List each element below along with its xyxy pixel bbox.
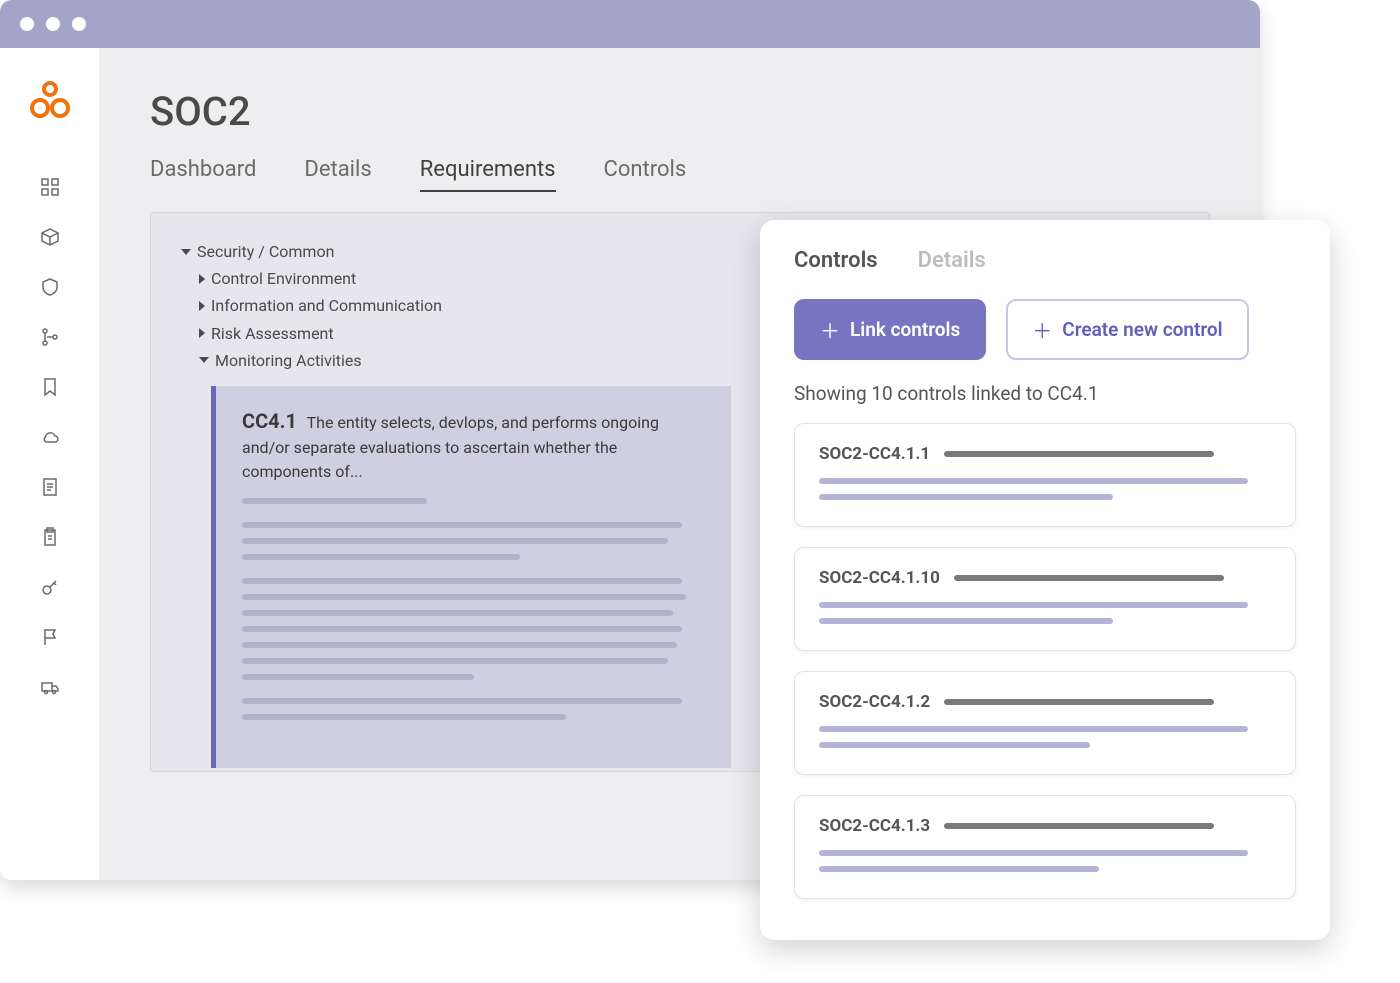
tree-label: Risk Assessment: [211, 320, 334, 347]
tab-requirements[interactable]: Requirements: [420, 157, 556, 192]
button-label: Link controls: [850, 318, 960, 341]
placeholder-line: [242, 658, 668, 664]
dashboard-icon[interactable]: [39, 176, 61, 198]
placeholder-line: [242, 554, 520, 560]
side-panel-tabs: Controls Details: [794, 248, 1296, 273]
placeholder-line: [819, 494, 1113, 500]
create-control-button[interactable]: ＋ Create new control: [1006, 299, 1248, 360]
link-controls-button[interactable]: ＋ Link controls: [794, 299, 986, 360]
document-icon[interactable]: [39, 476, 61, 498]
tree-label: Monitoring Activities: [215, 347, 362, 374]
window-dot: [46, 17, 60, 31]
placeholder-line: [242, 714, 566, 720]
control-card[interactable]: SOC2-CC4.1.2: [794, 671, 1296, 775]
caret-right-icon: [199, 301, 205, 311]
clipboard-icon[interactable]: [39, 526, 61, 548]
requirement-header: CC4.1 The entity selects, devlops, and p…: [242, 406, 705, 484]
control-card[interactable]: SOC2-CC4.1.10: [794, 547, 1296, 651]
placeholder-line: [819, 742, 1090, 748]
placeholder-line: [819, 850, 1248, 856]
sidebar: [0, 48, 100, 880]
plus-icon: ＋: [820, 315, 840, 344]
tab-dashboard[interactable]: Dashboard: [150, 157, 256, 192]
placeholder-line: [242, 642, 677, 648]
placeholder-line: [819, 866, 1099, 872]
sp-tab-controls[interactable]: Controls: [794, 248, 878, 273]
cloud-icon[interactable]: [39, 426, 61, 448]
placeholder-line: [944, 451, 1214, 457]
tab-controls[interactable]: Controls: [604, 157, 687, 192]
control-id: SOC2-CC4.1.3: [819, 816, 930, 836]
placeholder-line: [944, 699, 1214, 705]
app-logo-icon: [27, 78, 73, 128]
controls-summary: Showing 10 controls linked to CC4.1: [794, 382, 1296, 405]
truck-icon[interactable]: [39, 676, 61, 698]
caret-down-icon: [199, 357, 209, 363]
requirement-code: CC4.1: [242, 409, 297, 433]
control-id: SOC2-CC4.1.1: [819, 444, 930, 464]
placeholder-line: [819, 602, 1248, 608]
requirement-card[interactable]: CC4.1 The entity selects, devlops, and p…: [211, 386, 731, 768]
placeholder-line: [242, 578, 682, 584]
key-icon[interactable]: [39, 576, 61, 598]
placeholder-line: [242, 674, 474, 680]
side-panel-actions: ＋ Link controls ＋ Create new control: [794, 299, 1296, 360]
control-id: SOC2-CC4.1.2: [819, 692, 930, 712]
placeholder-line: [819, 618, 1113, 624]
caret-down-icon: [181, 249, 191, 255]
window-titlebar: [0, 0, 1260, 48]
tree-label: Security / Common: [197, 238, 334, 265]
control-card[interactable]: SOC2-CC4.1.3: [794, 795, 1296, 899]
placeholder-line: [954, 575, 1224, 581]
placeholder-line: [242, 610, 673, 616]
shield-icon[interactable]: [39, 276, 61, 298]
placeholder-line: [242, 522, 682, 528]
placeholder-line: [944, 823, 1214, 829]
control-id: SOC2-CC4.1.10: [819, 568, 940, 588]
tab-details[interactable]: Details: [304, 157, 371, 192]
caret-right-icon: [199, 328, 205, 338]
placeholder-line: [819, 726, 1248, 732]
main-tabs: Dashboard Details Requirements Controls: [150, 157, 1210, 192]
caret-right-icon: [199, 274, 205, 284]
branch-icon[interactable]: [39, 326, 61, 348]
sp-tab-details[interactable]: Details: [918, 248, 986, 273]
placeholder-line: [242, 594, 686, 600]
requirement-text: The entity selects, devlops, and perform…: [242, 413, 659, 481]
button-label: Create new control: [1062, 318, 1222, 341]
placeholder-line: [242, 498, 427, 504]
placeholder-line: [242, 626, 682, 632]
flag-icon[interactable]: [39, 626, 61, 648]
package-icon[interactable]: [39, 226, 61, 248]
plus-icon: ＋: [1032, 315, 1052, 344]
tree-label: Information and Communication: [211, 292, 442, 319]
page-title: SOC2: [150, 88, 1210, 135]
control-card[interactable]: SOC2-CC4.1.1: [794, 423, 1296, 527]
controls-side-panel: Controls Details ＋ Link controls ＋ Creat…: [760, 220, 1330, 940]
tree-label: Control Environment: [211, 265, 356, 292]
bookmark-icon[interactable]: [39, 376, 61, 398]
placeholder-line: [242, 538, 668, 544]
window-dot: [72, 17, 86, 31]
placeholder-line: [242, 698, 682, 704]
window-dot: [20, 17, 34, 31]
placeholder-line: [819, 478, 1248, 484]
